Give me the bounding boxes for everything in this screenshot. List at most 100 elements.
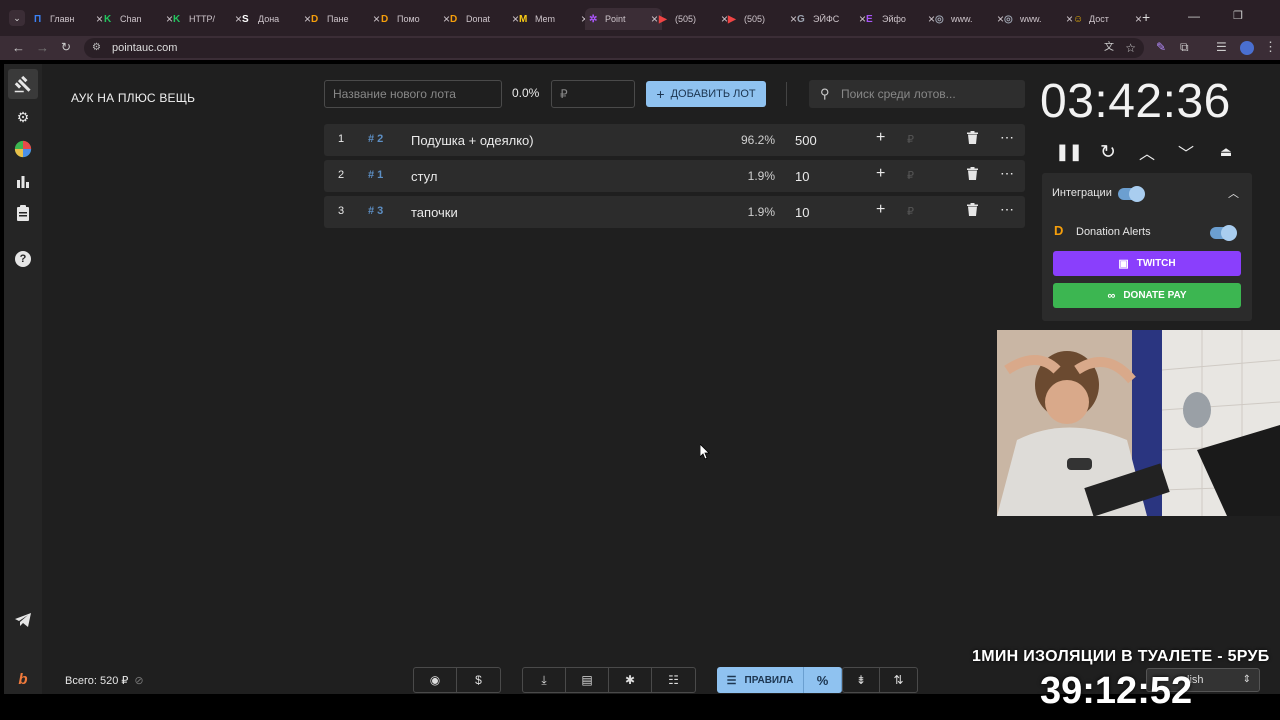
lot-name[interactable]: стул — [411, 169, 437, 184]
sidebar-item-auction[interactable] — [8, 69, 38, 99]
save-button[interactable]: ▤ — [566, 668, 609, 692]
restore-icon[interactable]: ❐ — [1233, 9, 1243, 22]
donatepay-button[interactable]: ∞ DONATE PAY — [1053, 283, 1241, 308]
browser-tab[interactable]: ◎ www. × — [1000, 8, 1077, 30]
tab-close-icon[interactable]: × — [1135, 12, 1142, 26]
lot-name[interactable]: Подушка + одеялко) — [411, 133, 534, 148]
bar-chart-icon — [17, 176, 29, 188]
browser-tab[interactable]: ◎ www. × — [931, 8, 1008, 30]
decrease-time-button[interactable]: ﹀ — [1175, 141, 1197, 163]
browser-tab[interactable]: ▶ (505) × — [655, 8, 732, 30]
lot-add-amount-currency[interactable]: ₽ — [907, 133, 914, 146]
github-icon: ◉ — [429, 673, 441, 687]
add-amount-plus-icon[interactable]: + — [876, 201, 885, 219]
lot-search-input[interactable]: ⚲ Поиск среди лотов... — [809, 80, 1025, 108]
sort-button[interactable]: ⇅ — [880, 668, 917, 692]
site-info-icon[interactable]: ⚙ — [92, 38, 101, 58]
browser-tab[interactable]: D Donat × — [446, 8, 523, 30]
browser-menu-icon[interactable]: ⋮ — [1264, 39, 1277, 55]
tab-title: Главн — [50, 14, 75, 24]
integrations-toggle[interactable] — [1118, 186, 1145, 202]
collapse-chevron-icon[interactable]: ︿ — [1228, 185, 1239, 201]
url-text: pointauc.com — [112, 42, 178, 54]
extension-icon[interactable]: ✎ — [1156, 40, 1166, 54]
delete-lot-trash-icon[interactable] — [967, 167, 978, 183]
max-time-button[interactable]: ⏏ — [1215, 141, 1237, 163]
sidebar-item-wheel[interactable] — [12, 138, 34, 160]
lot-add-amount-currency[interactable]: ₽ — [907, 169, 914, 182]
lot-add-amount-currency[interactable]: ₽ — [907, 205, 914, 218]
profile-avatar[interactable] — [1240, 41, 1254, 55]
browser-tab[interactable]: G ЭЙФС × — [793, 8, 870, 30]
reset-timer-button[interactable]: ↻ — [1097, 141, 1119, 163]
new-lot-name-input[interactable]: Название нового лота — [324, 80, 502, 108]
translate-icon[interactable]: 文 — [1104, 38, 1114, 58]
github-button[interactable]: ◉ — [414, 668, 457, 692]
sidebar-item-statistics[interactable] — [12, 170, 34, 192]
eye-off-icon[interactable]: ⊘ — [134, 674, 143, 687]
tab-favicon-icon: E — [866, 13, 873, 25]
minimize-icon[interactable]: — — [1188, 9, 1200, 23]
rules-button[interactable]: ☰ ПРАВИЛА — [717, 667, 804, 693]
donation-alerts-label: Donation Alerts — [1076, 226, 1151, 238]
add-amount-plus-icon[interactable]: + — [876, 129, 885, 147]
tab-title: www. — [951, 14, 973, 24]
browser-tab[interactable]: ☺ Дост × — [1069, 8, 1146, 30]
reload-icon[interactable]: ↻ — [61, 40, 71, 54]
tab-list-dropdown-icon[interactable]: ⌄ — [9, 10, 25, 26]
tab-title: Donat — [466, 14, 491, 24]
new-tab-icon[interactable]: + — [1142, 9, 1150, 25]
lot-more-options-icon[interactable]: ⋯ — [1000, 129, 1014, 146]
bookmark-star-icon[interactable]: ☆ — [1125, 38, 1136, 58]
plus-icon: + — [656, 86, 665, 102]
lot-amount[interactable]: 10 — [795, 205, 809, 220]
sidebar-item-help[interactable]: ? — [12, 248, 34, 270]
browser-tab[interactable]: K Chan × — [100, 8, 177, 30]
donation-alerts-toggle[interactable] — [1210, 225, 1237, 241]
pause-button[interactable]: ❚❚ — [1056, 141, 1083, 163]
lot-more-options-icon[interactable]: ⋯ — [1000, 201, 1014, 218]
delete-lot-trash-icon[interactable] — [967, 203, 978, 219]
twitch-button[interactable]: ▣ TWITCH — [1053, 251, 1241, 276]
browser-tab[interactable]: MMem× — [515, 8, 592, 30]
delete-lot-trash-icon[interactable] — [967, 131, 978, 147]
new-lot-amount-input[interactable]: ₽ — [551, 80, 635, 108]
browser-tab[interactable]: K HTTP/× — [169, 8, 246, 30]
lot-amount[interactable]: 10 — [795, 169, 809, 184]
lot-search-placeholder: Поиск среди лотов... — [841, 87, 956, 101]
report-bug-button[interactable]: ✱ — [609, 668, 652, 692]
percent-toggle-button[interactable]: % — [804, 667, 842, 693]
browser-tab[interactable]: E Эйфо × — [862, 8, 939, 30]
sidebar-item-telegram[interactable] — [12, 609, 34, 631]
lot-row: 1 # 2 Подушка + одеялко) 96.2% 500 ₽ + ⋯ — [324, 124, 1025, 156]
new-lot-name-placeholder: Название нового лота — [333, 87, 456, 101]
rules-list-icon: ☰ — [726, 674, 737, 687]
donate-button[interactable]: $ — [457, 668, 500, 692]
download-button[interactable]: ⤓ — [523, 668, 566, 692]
sidebar-item-history[interactable] — [12, 202, 34, 224]
url-field[interactable]: ⚙ pointauc.com 文 ☆ — [84, 38, 1144, 58]
add-lot-button[interactable]: + ДОБАВИТЬ ЛОТ — [646, 81, 766, 107]
lot-amount[interactable]: 500 — [795, 133, 817, 148]
browser-tab[interactable]: D Пане × — [307, 8, 384, 30]
increase-time-button[interactable]: ︿ — [1136, 141, 1158, 163]
browser-tab[interactable]: ✲ Point × — [585, 8, 663, 30]
sidebar-item-settings[interactable]: ⚙ — [12, 106, 34, 128]
forward-icon[interactable]: → — [36, 40, 49, 55]
back-icon[interactable]: ← — [12, 40, 25, 55]
browser-tab[interactable]: D Помо × — [377, 8, 454, 30]
browser-tab[interactable]: ▶ (505) × — [724, 8, 801, 30]
add-amount-plus-icon[interactable]: + — [876, 165, 885, 183]
boosty-icon: b — [18, 670, 28, 688]
compact-view-button[interactable]: ⇟ — [843, 668, 880, 692]
clear-lots-button[interactable]: ☷ — [652, 668, 695, 692]
extensions-puzzle-icon[interactable]: ⧉ — [1180, 40, 1189, 55]
browser-tab[interactable]: П Главн × — [30, 8, 107, 30]
sidebar-item-boosty[interactable]: b — [12, 668, 34, 690]
lot-name[interactable]: тапочки — [411, 205, 458, 220]
lot-more-options-icon[interactable]: ⋯ — [1000, 165, 1014, 182]
browser-tab[interactable]: S Дона × — [238, 8, 315, 30]
reading-list-icon[interactable]: ☰ — [1216, 40, 1227, 54]
tab-favicon-icon: M — [519, 13, 528, 25]
telegram-icon — [15, 613, 31, 627]
